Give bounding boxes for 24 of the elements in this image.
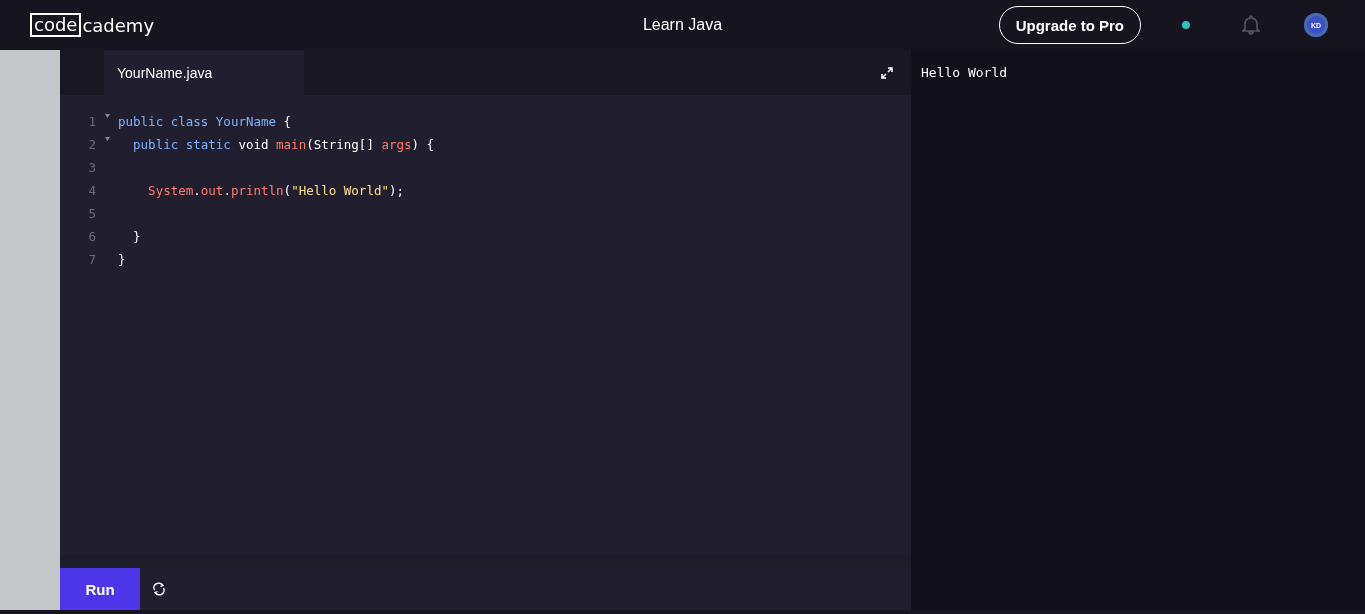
line-number: 1	[87, 114, 96, 129]
logo-cademy-text[interactable]: cademy	[82, 14, 155, 36]
line-number: 5	[87, 206, 96, 221]
line-number: 6	[87, 229, 96, 244]
logo-code-text[interactable]: code	[30, 13, 82, 37]
code-line: }	[132, 229, 141, 244]
code-line: public class YourName {	[118, 114, 292, 129]
line-number: 2	[87, 137, 96, 152]
code-line: }	[118, 252, 126, 267]
output-text: Hello World	[921, 65, 1009, 80]
line-number: 3	[87, 160, 96, 175]
line-number: 4	[87, 183, 96, 198]
refresh-icon[interactable]	[152, 582, 166, 596]
code-line: public static void main(String[] args) {	[132, 137, 435, 152]
line-number: 7	[87, 252, 96, 267]
notification-bell-icon[interactable]	[1242, 15, 1260, 35]
run-button[interactable]: Run	[60, 568, 140, 610]
fold-triangle-icon[interactable]	[104, 137, 110, 141]
file-tab[interactable]: YourName.java	[104, 50, 304, 95]
fold-triangle-icon[interactable]	[104, 114, 110, 118]
expand-icon[interactable]	[881, 66, 893, 79]
course-title: Learn Java	[641, 16, 724, 34]
code-line: System.out.println("Hello World");	[147, 183, 405, 198]
status-dot-icon	[1182, 21, 1190, 29]
